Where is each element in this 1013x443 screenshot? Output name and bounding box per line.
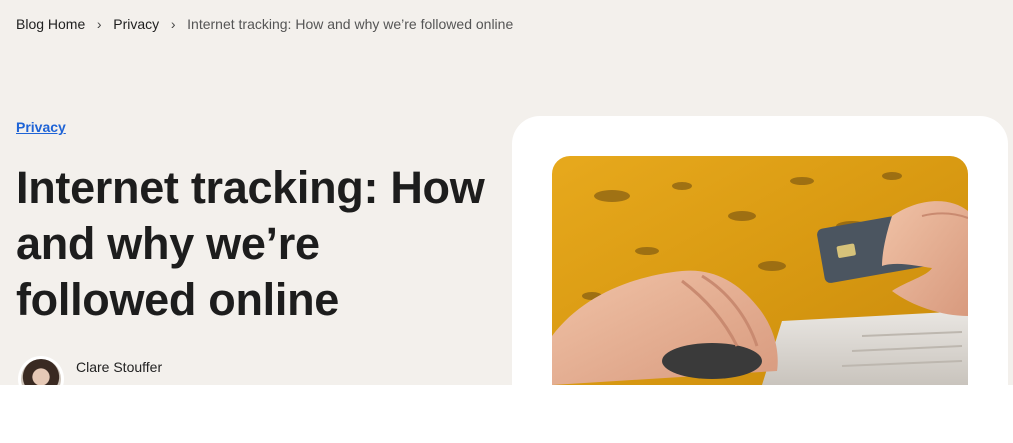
breadcrumb: Blog Home › Privacy › Internet tracking:…	[16, 16, 513, 32]
page-background: Blog Home › Privacy › Internet tracking:…	[0, 0, 1013, 385]
author-photo	[21, 359, 61, 385]
category-link[interactable]: Privacy	[16, 119, 66, 135]
breadcrumb-blog-home[interactable]: Blog Home	[16, 16, 85, 32]
page-title: Internet tracking: How and why we’re fol…	[16, 162, 485, 325]
person-holding-credit-card-image	[552, 156, 968, 385]
breadcrumb-current-page: Internet tracking: How and why we’re fol…	[187, 16, 514, 32]
author-byline: Clare Stouffer	[18, 356, 162, 385]
chevron-right-icon: ›	[170, 16, 176, 32]
avatar	[18, 356, 64, 385]
hero-image	[552, 156, 968, 385]
chevron-right-icon: ›	[96, 16, 102, 32]
author-name[interactable]: Clare Stouffer	[76, 359, 162, 375]
breadcrumb-privacy[interactable]: Privacy	[113, 16, 159, 32]
